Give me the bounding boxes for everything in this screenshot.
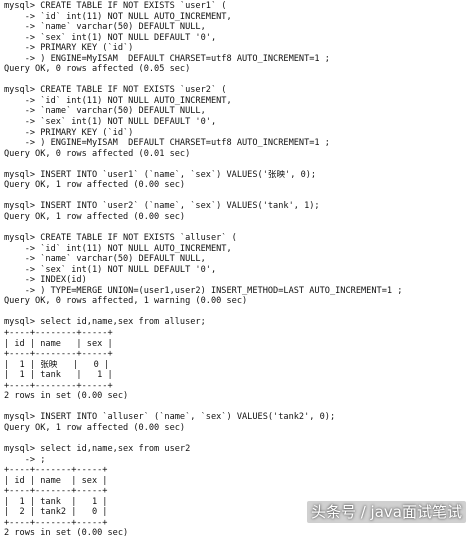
console-line: -> `name` varchar(50) DEFAULT NULL, bbox=[4, 254, 206, 265]
console-line: +----+--------+-----+ bbox=[4, 327, 113, 338]
console-line: -> PRIMARY KEY (`id`) bbox=[4, 127, 134, 138]
console-line: mysql> CREATE TABLE IF NOT EXISTS `allus… bbox=[4, 233, 237, 244]
console-line: +----+--------+-----+ bbox=[4, 349, 113, 360]
console-line: -> `sex` int(1) NOT NULL DEFAULT '0', bbox=[4, 117, 217, 128]
console-line: | 1 | 张映 | 0 | bbox=[4, 359, 110, 370]
console-line: -> `sex` int(1) NOT NULL DEFAULT '0', bbox=[4, 32, 217, 43]
console-line: Query OK, 1 row affected (0.00 sec) bbox=[4, 422, 186, 433]
console-line: mysql> select id,name,sex from alluser; bbox=[4, 317, 206, 328]
console-line: mysql> INSERT INTO `user2` (`name`, `sex… bbox=[4, 201, 320, 212]
console-line: mysql> INSERT INTO `alluser` (`name`, `s… bbox=[4, 412, 336, 423]
console-line: 2 rows in set (0.00 sec) bbox=[4, 528, 129, 539]
console-line: Query OK, 1 row affected (0.00 sec) bbox=[4, 211, 186, 222]
console-line: Query OK, 0 rows affected (0.05 sec) bbox=[4, 64, 191, 75]
console-line: -> ) ENGINE=MyISAM DEFAULT CHARSET=utf8 … bbox=[4, 53, 330, 64]
console-line: +----+-------+-----+ bbox=[4, 486, 108, 497]
console-line: -> ) ENGINE=MyISAM DEFAULT CHARSET=utf8 … bbox=[4, 138, 330, 149]
console-line: Query OK, 1 row affected (0.00 sec) bbox=[4, 180, 186, 191]
watermark-text: 头条号 / java面试笔试 bbox=[306, 501, 466, 523]
console-line: -> `id` int(11) NOT NULL AUTO_INCREMENT, bbox=[4, 95, 232, 106]
console-line: -> `id` int(11) NOT NULL AUTO_INCREMENT, bbox=[4, 243, 232, 254]
console-line: Query OK, 0 rows affected, 1 warning (0.… bbox=[4, 296, 248, 307]
console-line: -> `id` int(11) NOT NULL AUTO_INCREMENT, bbox=[4, 11, 232, 22]
console-line: 2 rows in set (0.00 sec) bbox=[4, 391, 129, 402]
console-line: -> `name` varchar(50) DEFAULT NULL, bbox=[4, 22, 206, 33]
mysql-console-output: mysql> CREATE TABLE IF NOT EXISTS `user1… bbox=[0, 0, 474, 538]
console-line: +----+--------+-----+ bbox=[4, 380, 113, 391]
console-line: | id | name | sex | bbox=[4, 338, 113, 349]
console-line: -> INDEX(id) bbox=[4, 275, 87, 286]
console-line: | 1 | tank | 1 | bbox=[4, 370, 113, 381]
console-line: -> PRIMARY KEY (`id`) bbox=[4, 43, 134, 54]
console-line: Query OK, 0 rows affected (0.01 sec) bbox=[4, 148, 191, 159]
console-line: -> `sex` int(1) NOT NULL DEFAULT '0', bbox=[4, 264, 217, 275]
console-line: | id | name | sex | bbox=[4, 475, 108, 486]
console-line: mysql> select id,name,sex from user2 bbox=[4, 443, 191, 454]
console-line: -> ; bbox=[4, 454, 46, 465]
console-line: mysql> CREATE TABLE IF NOT EXISTS `user1… bbox=[4, 1, 227, 11]
console-line: +----+-------+-----+ bbox=[4, 465, 108, 476]
console-line: mysql> CREATE TABLE IF NOT EXISTS `user2… bbox=[4, 85, 227, 96]
console-line: -> ) TYPE=MERGE UNION=(user1,user2) INSE… bbox=[4, 285, 403, 296]
console-line: mysql> INSERT INTO `user1` (`name`, `sex… bbox=[4, 169, 317, 180]
console-line: -> `name` varchar(50) DEFAULT NULL, bbox=[4, 106, 206, 117]
